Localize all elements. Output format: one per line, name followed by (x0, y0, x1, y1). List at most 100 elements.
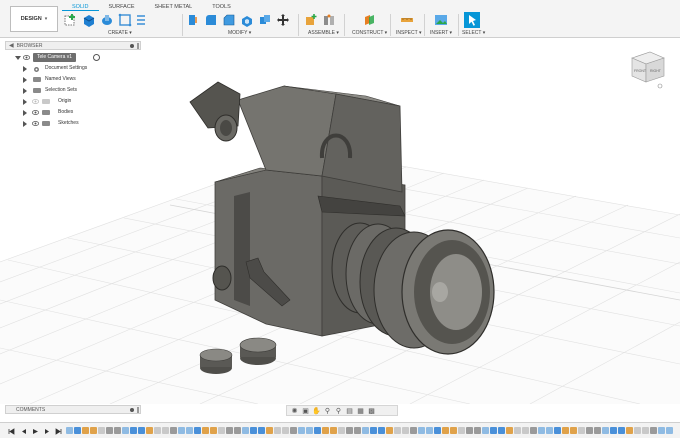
browser-header[interactable]: ◀ BROWSER (5, 41, 141, 50)
tab-surface[interactable]: SURFACE (99, 3, 145, 11)
timeline-feature-icon[interactable] (594, 427, 601, 434)
timeline-feature-icon[interactable] (642, 427, 649, 434)
timeline-feature-icon[interactable] (162, 427, 169, 434)
timeline-feature-icon[interactable] (146, 427, 153, 434)
timeline-feature-icon[interactable] (434, 427, 441, 434)
timeline-feature-icon[interactable] (506, 427, 513, 434)
timeline-feature-icon[interactable] (98, 427, 105, 434)
timeline-feature-icon[interactable] (298, 427, 305, 434)
timeline-feature-icon[interactable] (402, 427, 409, 434)
zoom-icon[interactable]: ⚲ (323, 407, 332, 415)
timeline-feature-icon[interactable] (338, 427, 345, 434)
expand-arrow-icon[interactable] (23, 88, 27, 94)
play-icon[interactable] (32, 428, 39, 435)
viewports-icon[interactable]: ▩ (367, 407, 376, 415)
timeline-feature-icon[interactable] (586, 427, 593, 434)
tab-sheet-metal[interactable]: SHEET METAL (145, 3, 203, 11)
display-settings-icon[interactable]: ▤ (345, 407, 354, 415)
expand-arrow-icon[interactable] (23, 77, 27, 83)
go-to-start-icon[interactable] (8, 428, 15, 435)
tab-tools[interactable]: TOOLS (202, 3, 241, 11)
timeline-feature-icon[interactable] (282, 427, 289, 434)
timeline-feature-icon[interactable] (570, 427, 577, 434)
timeline-feature-icon[interactable] (234, 427, 241, 434)
timeline-feature-icon[interactable] (266, 427, 273, 434)
expand-arrow-icon[interactable] (23, 66, 27, 72)
timeline-feature-icon[interactable] (330, 427, 337, 434)
timeline-feature-icon[interactable] (346, 427, 353, 434)
pin-icon[interactable] (130, 44, 134, 48)
add-comment-icon[interactable] (130, 408, 134, 412)
timeline-feature-icon[interactable] (106, 427, 113, 434)
timeline-feature-icon[interactable] (122, 427, 129, 434)
measure-icon[interactable] (400, 13, 414, 27)
timeline-feature-icon[interactable] (618, 427, 625, 434)
timeline-feature-icon[interactable] (218, 427, 225, 434)
assemble-menu[interactable]: ASSEMBLE ▾ (308, 30, 339, 36)
timeline-feature-icon[interactable] (314, 427, 321, 434)
timeline-feature-icon[interactable] (378, 427, 385, 434)
tree-item-selection-sets[interactable]: Selection Sets (5, 85, 141, 96)
timeline-feature-icon[interactable] (362, 427, 369, 434)
pattern-icon[interactable] (134, 13, 148, 27)
timeline-feature-icon[interactable] (114, 427, 121, 434)
timeline-feature-icon[interactable] (474, 427, 481, 434)
timeline-feature-icon[interactable] (554, 427, 561, 434)
modify-menu[interactable]: MODIFY ▾ (228, 30, 251, 36)
tree-item-sketches[interactable]: Sketches (5, 118, 141, 129)
look-at-icon[interactable]: ▣ (301, 407, 310, 415)
inspect-menu[interactable]: INSPECT ▾ (396, 30, 421, 36)
eye-icon[interactable] (31, 121, 40, 126)
panel-grip[interactable] (137, 407, 139, 413)
activate-radio-icon[interactable] (93, 54, 100, 61)
offset-plane-icon[interactable] (362, 13, 376, 27)
timeline-feature-icon[interactable] (290, 427, 297, 434)
timeline-feature-icon[interactable] (514, 427, 521, 434)
eye-icon[interactable] (22, 55, 31, 60)
timeline-feature-icon[interactable] (186, 427, 193, 434)
timeline-feature-icon[interactable] (490, 427, 497, 434)
timeline-feature-icon[interactable] (562, 427, 569, 434)
timeline-feature-icon[interactable] (498, 427, 505, 434)
timeline-feature-icon[interactable] (82, 427, 89, 434)
timeline-feature-icon[interactable] (658, 427, 665, 434)
timeline-feature-icon[interactable] (426, 427, 433, 434)
step-back-icon[interactable] (20, 428, 27, 435)
combine-icon[interactable] (258, 13, 272, 27)
expand-arrow-icon[interactable] (23, 99, 27, 105)
expand-arrow-icon[interactable] (23, 110, 27, 116)
grid-settings-icon[interactable]: ▦ (356, 407, 365, 415)
expand-arrow-icon[interactable] (15, 56, 21, 60)
timeline-feature-icon[interactable] (130, 427, 137, 434)
timeline-feature-icon[interactable] (538, 427, 545, 434)
shell-icon[interactable] (240, 13, 254, 27)
tree-item-bodies[interactable]: Bodies (5, 107, 141, 118)
timeline-feature-icon[interactable] (634, 427, 641, 434)
timeline-feature-icon[interactable] (322, 427, 329, 434)
timeline-feature-icon[interactable] (666, 427, 673, 434)
timeline-feature-icon[interactable] (602, 427, 609, 434)
timeline-feature-icon[interactable] (650, 427, 657, 434)
eye-icon[interactable] (31, 110, 40, 115)
insert-image-icon[interactable] (434, 13, 448, 27)
fillet-icon[interactable] (204, 13, 218, 27)
timeline-feature-icon[interactable] (458, 427, 465, 434)
create-menu[interactable]: CREATE ▾ (108, 30, 132, 36)
timeline-feature-icon[interactable] (482, 427, 489, 434)
timeline-feature-icon[interactable] (370, 427, 377, 434)
timeline-feature-icon[interactable] (546, 427, 553, 434)
timeline-feature-icon[interactable] (242, 427, 249, 434)
timeline-feature-icon[interactable] (66, 427, 73, 434)
new-component-icon[interactable] (304, 13, 318, 27)
timeline-feature-icon[interactable] (250, 427, 257, 434)
extrude-icon[interactable] (82, 13, 96, 27)
timeline-feature-icon[interactable] (170, 427, 177, 434)
timeline-feature-icon[interactable] (610, 427, 617, 434)
move-icon[interactable] (276, 13, 290, 27)
go-to-end-icon[interactable] (55, 428, 62, 435)
chamfer-icon[interactable] (222, 13, 236, 27)
timeline-feature-icon[interactable] (194, 427, 201, 434)
timeline-feature-icon[interactable] (306, 427, 313, 434)
tree-item-document-settings[interactable]: Document Settings (5, 63, 141, 74)
timeline-feature-icon[interactable] (178, 427, 185, 434)
